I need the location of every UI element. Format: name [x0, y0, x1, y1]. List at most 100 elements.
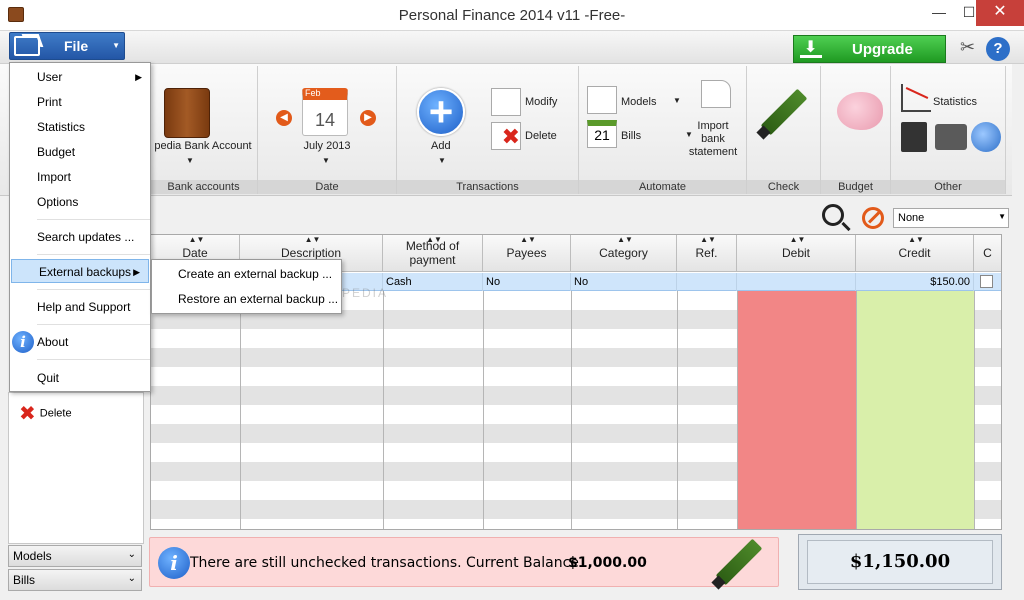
cell-debit[interactable]	[737, 273, 856, 291]
minimize-button[interactable]: —	[924, 0, 954, 26]
top-strip: File ▼ Upgrade	[0, 31, 1024, 64]
statistics-label[interactable]: Statistics	[933, 96, 977, 108]
column-divider	[856, 291, 857, 529]
upgrade-button[interactable]: Upgrade	[793, 35, 946, 63]
column-header-payees[interactable]: ▲▼ Payees	[483, 235, 571, 272]
column-header-checked[interactable]: C	[974, 235, 1001, 272]
menu-separator	[37, 324, 150, 325]
accordion-models-label: Models	[13, 549, 52, 563]
group-date: ◀ Feb 14 ▶ July 2013 ▼ Date	[258, 66, 397, 194]
menu-item-import[interactable]: Import	[10, 165, 150, 189]
tools-icon[interactable]: ✂	[960, 37, 975, 58]
sort-icon: ▲▼	[304, 235, 321, 244]
statistics-chart-icon[interactable]	[901, 84, 931, 112]
cell-ref[interactable]	[677, 273, 737, 291]
menu-item-statistics[interactable]: Statistics	[10, 115, 150, 139]
cell-category[interactable]: No	[571, 273, 677, 291]
menu-item-about[interactable]: i About	[10, 330, 150, 354]
menu-item-print[interactable]: Print	[10, 90, 150, 114]
checked-checkbox[interactable]	[980, 275, 993, 288]
info-icon: i	[12, 331, 34, 353]
import-bank-statement-label[interactable]: Import bank statement	[685, 120, 741, 159]
download-icon	[800, 37, 822, 58]
title-bar: Personal Finance 2014 v11 -Free- — ☐ ✕	[0, 0, 1024, 31]
calendar-icon[interactable]: Feb 14	[302, 88, 348, 136]
chevron-down-icon: ⌄	[127, 573, 136, 584]
import-statement-icon[interactable]	[701, 80, 731, 108]
globe-icon[interactable]	[971, 122, 1001, 152]
menu-item-create-backup[interactable]: Create an external backup ...	[152, 262, 341, 286]
printer-icon[interactable]	[935, 124, 967, 150]
models-label[interactable]: Models	[621, 96, 656, 108]
add-label[interactable]: Add	[431, 140, 451, 152]
status-message: There are still unchecked transactions. …	[190, 555, 579, 571]
chevron-down-icon[interactable]: ▼	[186, 156, 194, 165]
left-delete-label: Delete	[39, 407, 72, 420]
chevron-down-icon[interactable]: ▼	[322, 156, 330, 165]
menu-item-search-updates[interactable]: Search updates ...	[10, 225, 150, 249]
clear-filter-icon[interactable]	[862, 207, 884, 229]
cell-payees[interactable]: No	[483, 273, 571, 291]
add-icon[interactable]: +	[417, 88, 465, 136]
piggy-bank-icon[interactable]	[837, 92, 883, 130]
group-budget: Budget	[821, 66, 891, 194]
check-marker-icon[interactable]	[715, 538, 763, 586]
current-month-label[interactable]: July 2013	[258, 140, 396, 152]
column-divider	[737, 291, 738, 529]
menu-item-help-and-support[interactable]: Help and Support	[10, 295, 150, 319]
sort-icon: ▲▼	[617, 235, 633, 244]
cell-credit[interactable]: $150.00	[856, 273, 974, 291]
filter-select[interactable]: None ▼	[893, 208, 1009, 228]
ribbon: pedia Bank Account ▼ Bank accounts ◀ Feb…	[0, 64, 1012, 196]
file-menu-button[interactable]: File ▼	[9, 32, 125, 60]
search-icon[interactable]	[822, 204, 844, 226]
column-divider	[571, 291, 572, 529]
check-marker-icon[interactable]	[760, 88, 808, 136]
menu-item-external-backups[interactable]: External backups ▶	[11, 259, 149, 283]
menu-item-budget[interactable]: Budget	[10, 140, 150, 164]
chevron-down-icon[interactable]: ▼	[673, 96, 681, 105]
group-automate: Models ▼ 21 Bills ▼ Import bank statemen…	[579, 66, 747, 194]
next-month-icon[interactable]: ▶	[360, 110, 376, 126]
accordion-bills[interactable]: Bills ⌄	[8, 569, 142, 591]
wallet-icon[interactable]	[164, 88, 210, 138]
bills-label[interactable]: Bills	[621, 130, 641, 142]
column-header-method[interactable]: ▲▼ Method of payment	[383, 235, 483, 272]
sort-icon: ▲▼	[520, 235, 536, 244]
window-title: Personal Finance 2014 v11 -Free-	[398, 7, 626, 24]
sort-icon: ▲▼	[700, 235, 716, 244]
chevron-down-icon[interactable]: ▼	[438, 156, 446, 165]
column-header-ref[interactable]: ▲▼ Ref.	[677, 235, 737, 272]
left-delete-item[interactable]: ✖ Delete	[19, 401, 72, 426]
calendar-month: Feb	[305, 88, 321, 98]
menu-item-user[interactable]: User ▶	[10, 65, 150, 89]
modify-pencil-icon[interactable]	[491, 88, 521, 116]
external-backups-submenu: Create an external backup ... Restore an…	[151, 259, 342, 314]
menu-item-quit[interactable]: Quit	[10, 366, 150, 390]
bills-calendar-icon[interactable]: 21	[587, 120, 617, 148]
upgrade-label: Upgrade	[852, 41, 913, 58]
models-document-icon[interactable]	[587, 86, 617, 114]
column-header-debit[interactable]: ▲▼ Debit	[737, 235, 856, 272]
modify-label[interactable]: Modify	[525, 96, 557, 108]
menu-item-restore-backup[interactable]: Restore an external backup ...	[152, 287, 341, 311]
cell-method[interactable]: Cash	[383, 273, 483, 291]
column-header-category[interactable]: ▲▼ Category	[571, 235, 677, 272]
menu-separator	[37, 219, 150, 220]
bank-account-label[interactable]: pedia Bank Account	[150, 140, 256, 152]
sort-icon: ▲▼	[188, 235, 205, 244]
calculator-icon[interactable]	[901, 122, 927, 152]
delete-label[interactable]: Delete	[525, 130, 557, 142]
chevron-down-icon: ⌄	[127, 549, 136, 560]
column-header-credit[interactable]: ▲▼ Credit	[856, 235, 974, 272]
column-divider	[240, 291, 241, 529]
column-divider	[383, 291, 384, 529]
close-button[interactable]: ✕	[976, 0, 1024, 26]
previous-month-icon[interactable]: ◀	[276, 110, 292, 126]
accordion-models[interactable]: Models ⌄	[8, 545, 142, 567]
delete-x-icon[interactable]: ✖	[491, 122, 521, 150]
group-footer-date: Date	[258, 180, 396, 194]
menu-item-options[interactable]: Options	[10, 190, 150, 214]
menu-separator	[37, 359, 150, 360]
help-icon[interactable]: ?	[986, 37, 1010, 61]
